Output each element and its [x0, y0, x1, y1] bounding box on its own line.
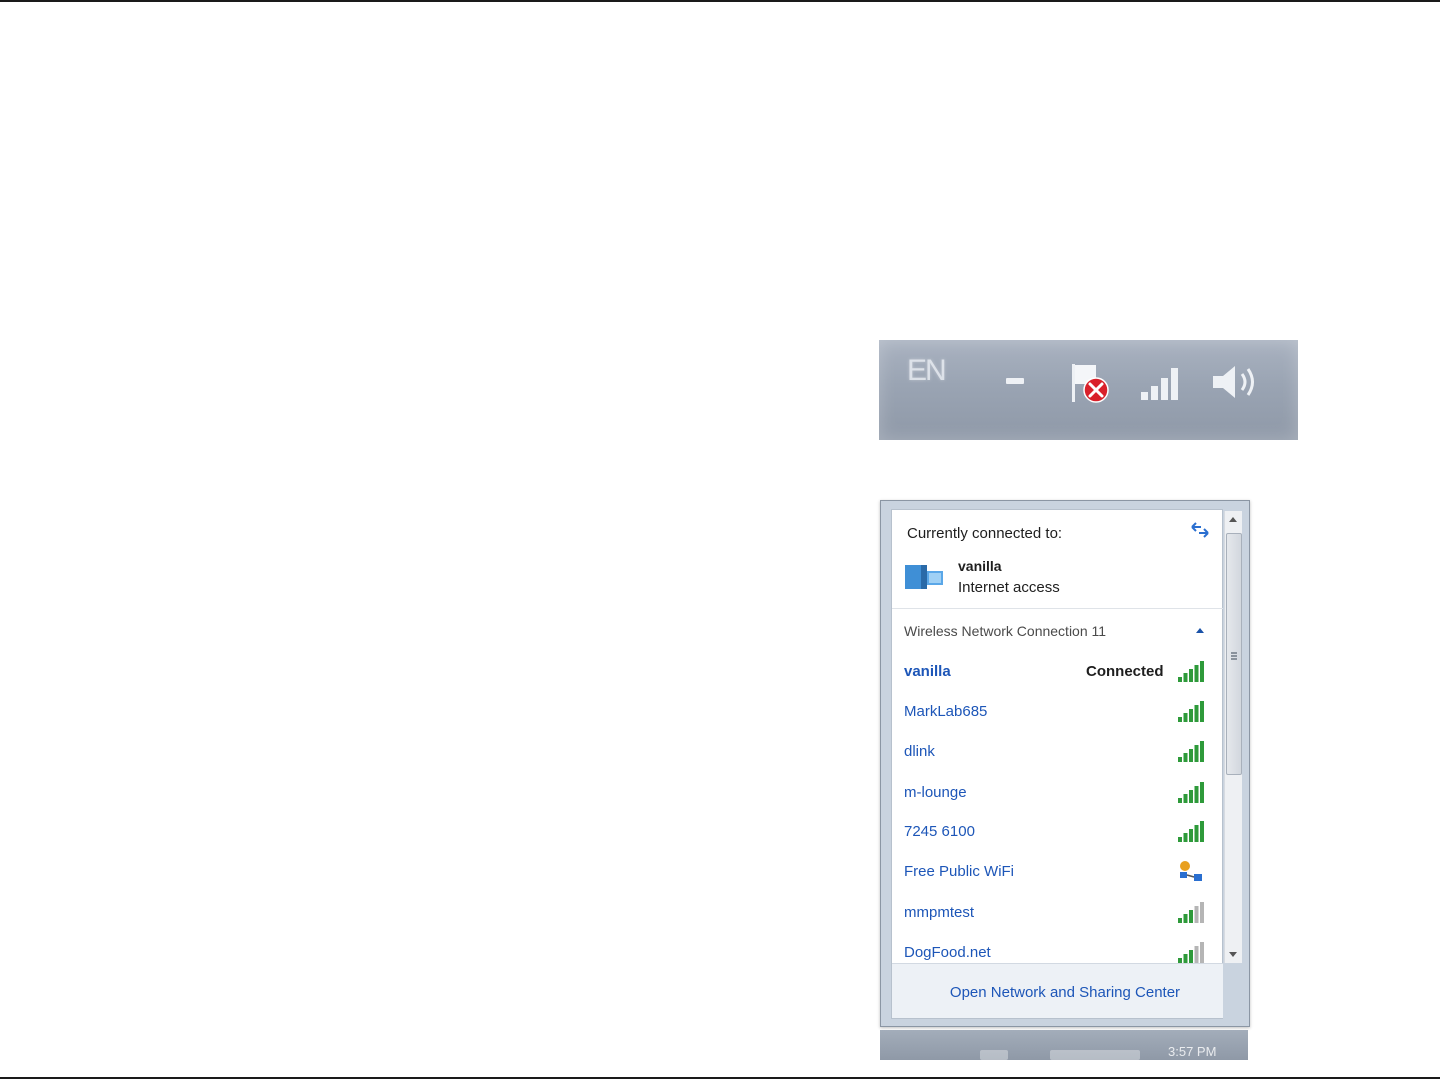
network-item[interactable]: dlink — [892, 737, 1212, 767]
signal-bar — [1183, 673, 1188, 682]
network-item[interactable]: vanilla Connected — [892, 657, 1212, 687]
signal-bar — [1178, 677, 1182, 682]
top-border-line — [0, 0, 1440, 2]
signal-bar — [1178, 717, 1182, 722]
network-status: Connected — [1086, 663, 1164, 680]
scroll-down-icon[interactable] — [1229, 952, 1237, 957]
signal-bar — [1178, 757, 1182, 762]
divider — [892, 608, 1223, 609]
signal-bar — [1189, 669, 1193, 682]
signal-bar — [1183, 833, 1188, 842]
section-title[interactable]: Wireless Network Connection 11 — [904, 623, 1106, 639]
taskbar-clock[interactable]: 3:57 PM — [1168, 1044, 1216, 1059]
network-item[interactable]: mmpmtest — [892, 898, 1212, 928]
signal-bars-icon[interactable] — [1139, 362, 1187, 402]
network-flyout: Currently connected to: vanilla Internet… — [880, 500, 1250, 1027]
signal-bar — [1194, 906, 1199, 923]
signal-bar — [1183, 753, 1188, 762]
signal-bar — [1189, 950, 1193, 963]
signal-bars-icon — [1178, 821, 1204, 842]
signal-bar — [1200, 782, 1204, 803]
signal-bar — [1194, 786, 1199, 803]
signal-bars-icon — [1178, 902, 1204, 923]
network-name: 7245 6100 — [904, 823, 975, 840]
signal-bar — [1189, 910, 1193, 923]
signal-bar — [1183, 954, 1188, 963]
system-tray: EN — [879, 340, 1298, 440]
signal-bar — [1178, 837, 1182, 842]
scrollbar[interactable] — [1224, 511, 1242, 963]
network-item[interactable]: MarkLab685 — [892, 697, 1212, 727]
taskbar: 3:57 PM — [880, 1030, 1248, 1060]
network-item[interactable]: Free Public WiFi — [892, 857, 1212, 887]
signal-bar — [1194, 946, 1199, 963]
network-name: mmpmtest — [904, 904, 975, 921]
adhoc-network-icon — [1180, 861, 1202, 881]
signal-bar — [1183, 794, 1188, 803]
current-network-status: Internet access — [958, 579, 1060, 596]
scrollbar-thumb[interactable] — [1226, 533, 1242, 775]
network-computer-icon — [905, 565, 943, 589]
signal-bars-icon — [1178, 741, 1204, 762]
refresh-icon[interactable] — [1189, 521, 1211, 539]
grip-icon — [1231, 652, 1237, 654]
signal-bar — [1200, 661, 1204, 682]
signal-bar — [1189, 749, 1193, 762]
signal-bar — [1200, 741, 1204, 762]
network-name: m-lounge — [904, 784, 967, 801]
speaker-icon[interactable] — [1209, 360, 1265, 404]
signal-bar — [1200, 701, 1204, 722]
signal-bar — [1189, 709, 1193, 722]
taskbar-text-blur — [980, 1050, 1008, 1060]
network-name: MarkLab685 — [904, 703, 988, 720]
signal-bar — [1183, 914, 1188, 923]
network-name: Free Public WiFi — [904, 863, 1015, 880]
language-indicator[interactable]: EN — [907, 354, 947, 388]
network-name: DogFood.net — [904, 944, 991, 961]
signal-bar — [1194, 705, 1199, 722]
signal-bar — [1194, 825, 1199, 842]
signal-bar — [1194, 665, 1199, 682]
signal-bar — [1200, 902, 1204, 923]
signal-bar — [1200, 942, 1204, 963]
network-name: vanilla — [904, 663, 951, 680]
signal-bar — [1200, 821, 1204, 842]
signal-bars-icon — [1178, 661, 1204, 682]
network-item[interactable]: m-lounge — [892, 778, 1212, 808]
network-name: dlink — [904, 743, 935, 760]
chevron-up-icon[interactable] — [1196, 628, 1204, 633]
action-center-flag-error-icon[interactable] — [1066, 360, 1116, 406]
signal-bar — [1189, 829, 1193, 842]
currently-connected-label: Currently connected to: — [907, 525, 1063, 542]
network-item[interactable]: 7245 6100 — [892, 817, 1212, 847]
signal-bar — [1178, 918, 1182, 923]
taskbar-text-blur — [1050, 1050, 1140, 1060]
signal-bars-icon — [1178, 782, 1204, 803]
minus-icon[interactable] — [1006, 378, 1024, 384]
bottom-border-line — [0, 1077, 1440, 1079]
signal-bar — [1189, 790, 1193, 803]
scroll-up-icon[interactable] — [1229, 517, 1237, 522]
current-network-name: vanilla — [958, 558, 1002, 574]
signal-bar — [1178, 798, 1182, 803]
signal-bar — [1183, 713, 1188, 722]
signal-bar — [1194, 745, 1199, 762]
open-network-sharing-center-link[interactable]: Open Network and Sharing Center — [881, 984, 1249, 1001]
signal-bars-icon — [1178, 942, 1204, 963]
signal-bars-icon — [1178, 701, 1204, 722]
